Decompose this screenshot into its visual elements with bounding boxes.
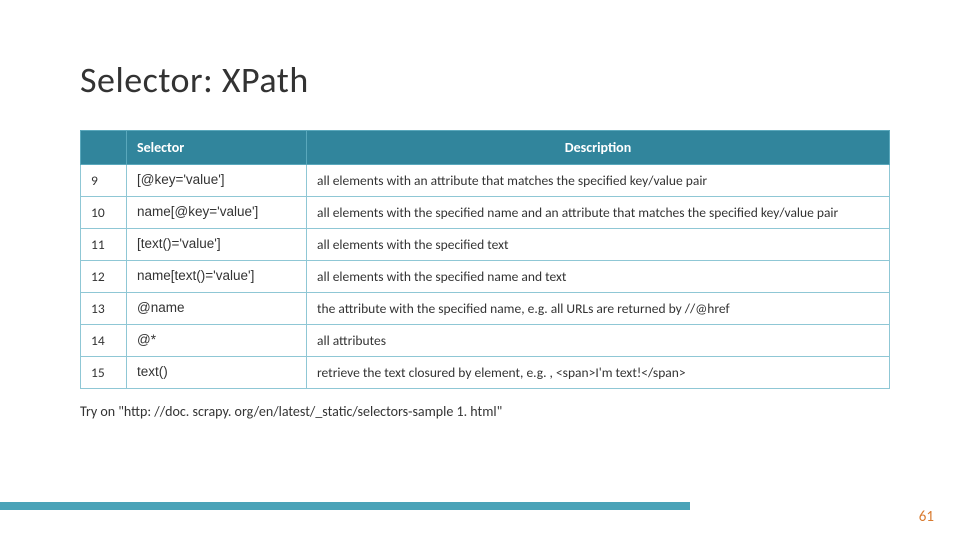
- cell-description: all elements with an attribute that matc…: [307, 165, 890, 197]
- table-row: 14 @* all attributes: [81, 325, 890, 357]
- page-number: 61: [919, 508, 934, 526]
- cell-description: the attribute with the specified name, e…: [307, 293, 890, 325]
- cell-description: all attributes: [307, 325, 890, 357]
- cell-selector: [text()='value']: [127, 229, 307, 261]
- footer-accent-bar: [0, 502, 690, 510]
- cell-selector: @name: [127, 293, 307, 325]
- table-row: 10 name[@key='value'] all elements with …: [81, 197, 890, 229]
- cell-selector: @*: [127, 325, 307, 357]
- cell-description: retrieve the text closured by element, e…: [307, 357, 890, 389]
- header-num: [81, 131, 127, 165]
- cell-num: 10: [81, 197, 127, 229]
- header-description: Description: [307, 131, 890, 165]
- selector-table: Selector Description 9 [@key='value'] al…: [80, 130, 890, 389]
- table-row: 12 name[text()='value'] all elements wit…: [81, 261, 890, 293]
- table-row: 9 [@key='value'] all elements with an at…: [81, 165, 890, 197]
- cell-num: 11: [81, 229, 127, 261]
- cell-selector: name[text()='value']: [127, 261, 307, 293]
- cell-selector: name[@key='value']: [127, 197, 307, 229]
- cell-description: all elements with the specified text: [307, 229, 890, 261]
- table-row: 13 @name the attribute with the specifie…: [81, 293, 890, 325]
- cell-num: 15: [81, 357, 127, 389]
- header-selector: Selector: [127, 131, 307, 165]
- cell-num: 13: [81, 293, 127, 325]
- note-text: Try on "http: //doc. scrapy. org/en/late…: [80, 403, 890, 420]
- cell-num: 9: [81, 165, 127, 197]
- table-header-row: Selector Description: [81, 131, 890, 165]
- cell-num: 14: [81, 325, 127, 357]
- cell-num: 12: [81, 261, 127, 293]
- table-row: 15 text() retrieve the text closured by …: [81, 357, 890, 389]
- cell-description: all elements with the specified name and…: [307, 197, 890, 229]
- slide-title: Selector: XPath: [80, 58, 890, 102]
- table-row: 11 [text()='value'] all elements with th…: [81, 229, 890, 261]
- cell-selector: [@key='value']: [127, 165, 307, 197]
- cell-selector: text(): [127, 357, 307, 389]
- cell-description: all elements with the specified name and…: [307, 261, 890, 293]
